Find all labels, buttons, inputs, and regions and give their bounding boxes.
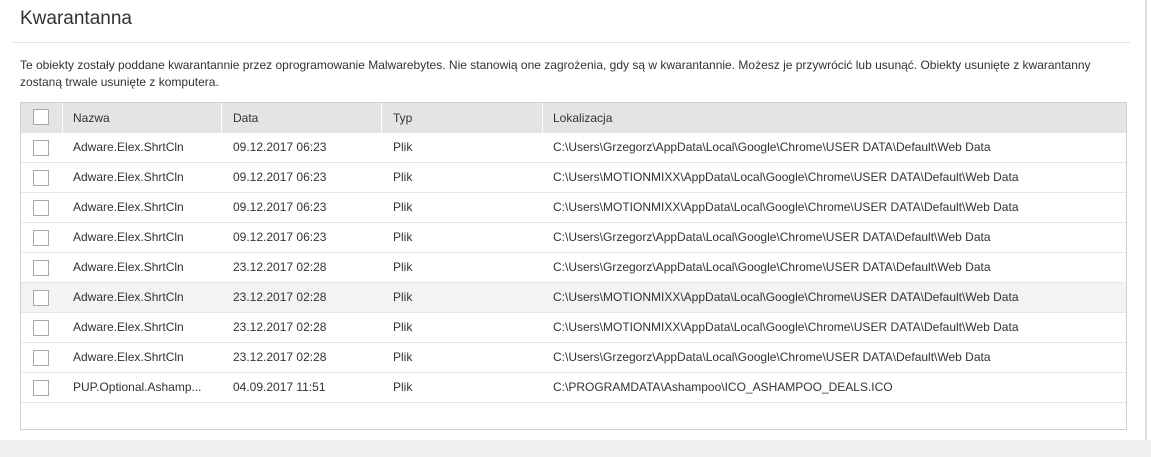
row-checkbox[interactable]	[33, 260, 49, 276]
column-separator	[62, 103, 63, 133]
select-all-checkbox[interactable]	[33, 109, 49, 125]
cell-date: 23.12.2017 02:28	[233, 290, 327, 304]
cell-name: Adware.Elex.ShrtCln	[73, 290, 184, 304]
quarantine-table: Nazwa Data Typ Lokalizacja Adware.Elex.S…	[20, 102, 1127, 430]
column-header-date[interactable]: Data	[233, 103, 258, 133]
row-checkbox[interactable]	[33, 320, 49, 336]
cell-type: Plik	[393, 260, 413, 274]
column-header-location[interactable]: Lokalizacja	[553, 103, 612, 133]
cell-date: 09.12.2017 06:23	[233, 200, 327, 214]
column-header-type[interactable]: Typ	[393, 103, 412, 133]
column-header-name[interactable]: Nazwa	[73, 103, 110, 133]
row-checkbox[interactable]	[33, 380, 49, 396]
cell-location: C:\PROGRAMDATA\Ashampoo\ICO_ASHAMPOO_DEA…	[553, 380, 893, 394]
cell-type: Plik	[393, 380, 413, 394]
cell-location: C:\Users\MOTIONMIXX\AppData\Local\Google…	[553, 170, 1019, 184]
cell-type: Plik	[393, 200, 413, 214]
cell-date: 09.12.2017 06:23	[233, 230, 327, 244]
row-checkbox[interactable]	[33, 140, 49, 156]
cell-location: C:\Users\MOTIONMIXX\AppData\Local\Google…	[553, 290, 1019, 304]
table-header: Nazwa Data Typ Lokalizacja	[21, 103, 1126, 133]
row-checkbox[interactable]	[33, 170, 49, 186]
cell-name: Adware.Elex.ShrtCln	[73, 170, 184, 184]
table-row[interactable]: Adware.Elex.ShrtCln 23.12.2017 02:28 Plik C…	[21, 253, 1126, 283]
cell-name: Adware.Elex.ShrtCln	[73, 230, 184, 244]
row-checkbox[interactable]	[33, 290, 49, 306]
window-edge	[1145, 0, 1147, 440]
table-row[interactable]: Adware.Elex.ShrtCln 23.12.2017 02:28 Plik C…	[21, 313, 1126, 343]
cell-name: Adware.Elex.ShrtCln	[73, 200, 184, 214]
table-row[interactable]: Adware.Elex.ShrtCln 23.12.2017 02:28 Plik C…	[21, 283, 1126, 313]
row-checkbox[interactable]	[33, 230, 49, 246]
page-title: Kwarantanna	[20, 8, 132, 29]
table-row[interactable]: Adware.Elex.ShrtCln 09.12.2017 06:23 Plik C…	[21, 163, 1126, 193]
cell-date: 04.09.2017 11:51	[233, 380, 326, 394]
cell-date: 09.12.2017 06:23	[233, 140, 327, 154]
column-separator	[542, 103, 543, 133]
cell-type: Plik	[393, 140, 413, 154]
cell-name: Adware.Elex.ShrtCln	[73, 260, 184, 274]
cell-location: C:\Users\Grzegorz\AppData\Local\Google\C…	[553, 230, 991, 244]
quarantine-description: Te obiekty zostały poddane kwarantannie …	[20, 58, 1091, 89]
cell-name: Adware.Elex.ShrtCln	[73, 140, 184, 154]
table-row[interactable]: Adware.Elex.ShrtCln 09.12.2017 06:23 Plik C…	[21, 133, 1126, 163]
cell-date: 09.12.2017 06:23	[233, 170, 327, 184]
cell-type: Plik	[393, 170, 413, 184]
cell-location: C:\Users\MOTIONMIXX\AppData\Local\Google…	[553, 320, 1019, 334]
cell-type: Plik	[393, 290, 413, 304]
title-divider	[12, 42, 1130, 43]
table-row[interactable]: Adware.Elex.ShrtCln 09.12.2017 06:23 Plik C…	[21, 223, 1126, 253]
table-row[interactable]: Adware.Elex.ShrtCln 09.12.2017 06:23 Plik C…	[21, 193, 1126, 223]
row-checkbox[interactable]	[33, 350, 49, 366]
cell-date: 23.12.2017 02:28	[233, 350, 327, 364]
cell-name: Adware.Elex.ShrtCln	[73, 350, 184, 364]
row-checkbox[interactable]	[33, 200, 49, 216]
column-separator	[381, 103, 382, 133]
footer-bar	[0, 440, 1151, 457]
cell-location: C:\Users\MOTIONMIXX\AppData\Local\Google…	[553, 200, 1019, 214]
cell-type: Plik	[393, 350, 413, 364]
cell-type: Plik	[393, 320, 413, 334]
cell-location: C:\Users\Grzegorz\AppData\Local\Google\C…	[553, 260, 991, 274]
cell-date: 23.12.2017 02:28	[233, 320, 327, 334]
table-row[interactable]: PUP.Optional.Ashamp... 04.09.2017 11:51 Pl…	[21, 373, 1126, 403]
table-row[interactable]: Adware.Elex.ShrtCln 23.12.2017 02:28 Plik C…	[21, 343, 1126, 373]
cell-type: Plik	[393, 230, 413, 244]
cell-name: PUP.Optional.Ashamp...	[73, 380, 202, 394]
cell-location: C:\Users\Grzegorz\AppData\Local\Google\C…	[553, 350, 991, 364]
cell-location: C:\Users\Grzegorz\AppData\Local\Google\C…	[553, 140, 991, 154]
cell-name: Adware.Elex.ShrtCln	[73, 320, 184, 334]
column-separator	[221, 103, 222, 133]
cell-date: 23.12.2017 02:28	[233, 260, 327, 274]
